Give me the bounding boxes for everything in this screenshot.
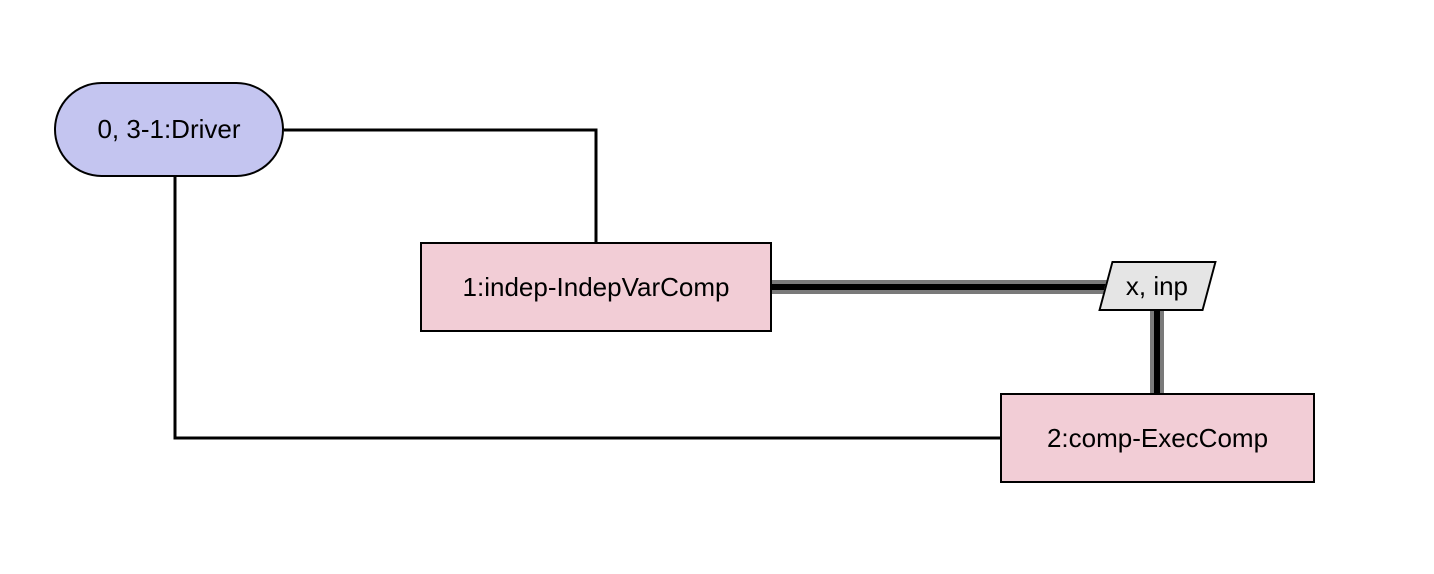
driver-node: 0, 3-1:Driver [54,82,284,177]
component-node-indep: 1:indep-IndepVarComp [420,242,772,332]
driver-label: 0, 3-1:Driver [97,114,240,145]
data-node: x, inp [1098,261,1216,311]
component-label-exec: 2:comp-ExecComp [1047,423,1268,454]
data-label: x, inp [1126,271,1188,302]
xdsm-diagram: 0, 3-1:Driver 1:indep-IndepVarComp 2:com… [0,0,1434,574]
component-label-indep: 1:indep-IndepVarComp [463,272,730,303]
conn-driver-comp1 [284,130,596,244]
component-node-exec: 2:comp-ExecComp [1000,393,1315,483]
